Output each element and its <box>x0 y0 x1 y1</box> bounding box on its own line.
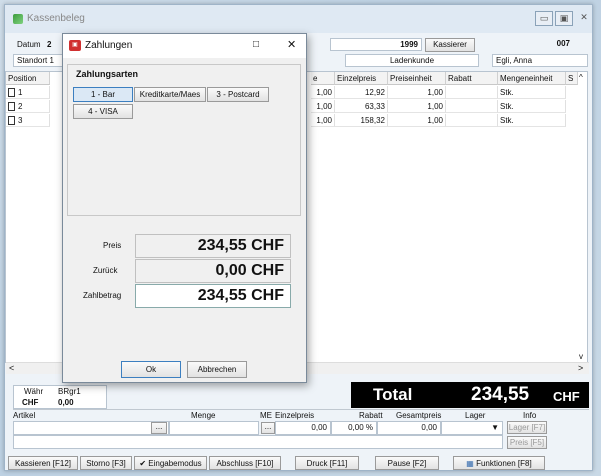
chf-label: CHF <box>22 398 39 407</box>
scroll-down-icon[interactable]: v <box>579 352 583 361</box>
artikel-lookup-button[interactable]: ... <box>151 422 167 434</box>
abbrechen-button[interactable]: Abbrechen <box>187 361 247 378</box>
kassierer-number: 007 <box>556 39 570 48</box>
zahlbetrag-input[interactable]: 234,55 CHF <box>135 284 291 308</box>
druck-button[interactable]: Druck [F11] <box>295 456 359 470</box>
maximize-button[interactable]: ▣ <box>555 11 573 26</box>
dialog-maximize-icon[interactable]: □ <box>253 39 259 50</box>
table-row-position[interactable]: 2 <box>6 100 50 113</box>
kassierer-name-field[interactable]: Egli, Anna <box>492 54 588 67</box>
col-rabatt[interactable]: Rabatt <box>446 72 498 85</box>
kreditkarte-button[interactable]: Kreditkarte/Maes <box>134 87 206 102</box>
dialog-close-icon[interactable]: ✕ <box>287 38 296 51</box>
bar-button[interactable]: 1 - Bar <box>73 87 133 102</box>
window-titlebar: Kassenbeleg ▭ ▣ ✕ <box>5 5 592 33</box>
scroll-left-icon[interactable]: < <box>9 363 14 373</box>
chevron-down-icon: ▼ <box>491 423 499 432</box>
total-label: Total <box>373 385 413 404</box>
artikel-input[interactable] <box>13 421 169 435</box>
currency-box: Währ BRgr1 CHF 0,00 <box>13 385 107 409</box>
abschluss-button[interactable]: Abschluss [F10] <box>209 456 281 470</box>
col-einzelpreis[interactable]: Einzelpreis <box>335 72 388 85</box>
cell-einzelpreis[interactable]: 12,92 <box>335 86 388 99</box>
table-row-position[interactable]: 1 <box>6 86 50 99</box>
cell-menge[interactable]: 1,00 <box>311 100 335 113</box>
zahlungen-dialog: ▣ Zahlungen □ ✕ Zahlungsarten 1 - Bar Kr… <box>62 33 307 383</box>
total-currency: CHF <box>553 389 580 404</box>
cell-mengeneinheit[interactable]: Stk. <box>498 100 566 113</box>
entry-col-me: ME <box>260 411 272 420</box>
scroll-up-icon[interactable]: ^ <box>579 73 583 82</box>
dialog-titlebar: ▣ Zahlungen □ ✕ <box>63 34 306 58</box>
cell-preiseinheit[interactable]: 1,00 <box>388 86 446 99</box>
kassieren-button[interactable]: Kassieren [F12] <box>8 456 78 470</box>
cell-einzelpreis[interactable]: 63,33 <box>335 100 388 113</box>
col-preiseinheit[interactable]: Preiseinheit <box>388 72 446 85</box>
entry-header: Artikel Menge ME Einzelpreis Rabatt Gesa… <box>13 409 589 421</box>
pause-button[interactable]: Pause [F2] <box>375 456 439 470</box>
eingabemodus-toggle[interactable]: ✔ Eingabemodus <box>134 456 207 470</box>
entry-second-row[interactable] <box>13 435 503 449</box>
visa-button[interactable]: 4 - VISA <box>73 104 133 119</box>
scroll-right-icon[interactable]: > <box>578 363 583 373</box>
functions-icon: ▦ <box>466 459 474 468</box>
app-icon <box>13 14 23 24</box>
total-bar: Total 234,55 CHF <box>351 382 589 408</box>
document-icon <box>8 102 15 111</box>
standort-field[interactable]: Standort 1 <box>13 54 67 67</box>
close-button[interactable]: ✕ <box>575 11 593 26</box>
col-position[interactable]: Position <box>6 72 50 85</box>
cell-preiseinheit[interactable]: 1,00 <box>388 114 446 127</box>
window-title: Kassenbeleg <box>27 13 85 24</box>
cell-menge[interactable]: 1,00 <box>311 86 335 99</box>
ok-button[interactable]: Ok <box>121 361 181 378</box>
col-s[interactable]: S <box>566 72 578 85</box>
kunde-field[interactable]: Ladenkunde <box>345 54 479 67</box>
total-value: 234,55 <box>471 384 530 405</box>
dialog-app-icon: ▣ <box>69 40 81 51</box>
zahlungsarten-group: Zahlungsarten 1 - Bar Kreditkarte/Maes 3… <box>67 64 301 216</box>
postcard-button[interactable]: 3 - Postcard <box>207 87 269 102</box>
document-icon <box>8 88 15 97</box>
lager-button[interactable]: Lager [F7] <box>507 421 547 434</box>
rabatt-input[interactable]: 0,00 % <box>331 421 377 435</box>
funktionen-label: Funktionen [F8] <box>476 459 532 468</box>
zurueck-label: Zurück <box>93 266 118 275</box>
table-row-position[interactable]: 3 <box>6 114 50 127</box>
col-mengeneinheit[interactable]: Mengeneinheit <box>498 72 566 85</box>
preis-button[interactable]: Preis [F5] <box>507 436 547 449</box>
datum-value: 2 <box>47 40 52 49</box>
cell-einzelpreis[interactable]: 158,32 <box>335 114 388 127</box>
cell-mengeneinheit[interactable]: Stk. <box>498 114 566 127</box>
cell-rabatt[interactable] <box>446 100 498 113</box>
chf-value: 0,00 <box>58 398 74 407</box>
beleg-number: 1999 <box>330 38 422 51</box>
cell-rabatt[interactable] <box>446 86 498 99</box>
cell-menge[interactable]: 1,00 <box>311 114 335 127</box>
zahlbetrag-label: Zahlbetrag <box>83 291 122 300</box>
datum-label: Datum <box>17 40 41 49</box>
gesamtpreis-input[interactable]: 0,00 <box>377 421 441 435</box>
document-icon <box>8 116 15 125</box>
preis-label: Preis <box>103 241 122 250</box>
me-lookup-button[interactable]: ... <box>261 422 275 434</box>
storno-button[interactable]: Storno [F3] <box>80 456 132 470</box>
dialog-title: Zahlungen <box>85 40 133 51</box>
cell-preiseinheit[interactable]: 1,00 <box>388 100 446 113</box>
kassierer-button[interactable]: Kassierer <box>425 38 475 52</box>
col-menge[interactable]: e <box>311 72 335 85</box>
zurueck-value: 0,00 CHF <box>135 259 291 283</box>
funktionen-button[interactable]: ▦ Funktionen [F8] <box>453 456 545 470</box>
preis-value: 234,55 CHF <box>135 234 291 258</box>
minimize-button[interactable]: ▭ <box>535 11 553 26</box>
einzelpreis-input[interactable]: 0,00 <box>275 421 331 435</box>
zahlungsarten-title: Zahlungsarten <box>76 69 139 79</box>
standort-value: 1 <box>49 56 54 65</box>
cell-rabatt[interactable] <box>446 114 498 127</box>
lager-select[interactable]: ▼ <box>441 421 503 435</box>
standort-label: Standort <box>17 56 48 65</box>
menge-input[interactable] <box>169 421 259 435</box>
cell-mengeneinheit[interactable]: Stk. <box>498 86 566 99</box>
